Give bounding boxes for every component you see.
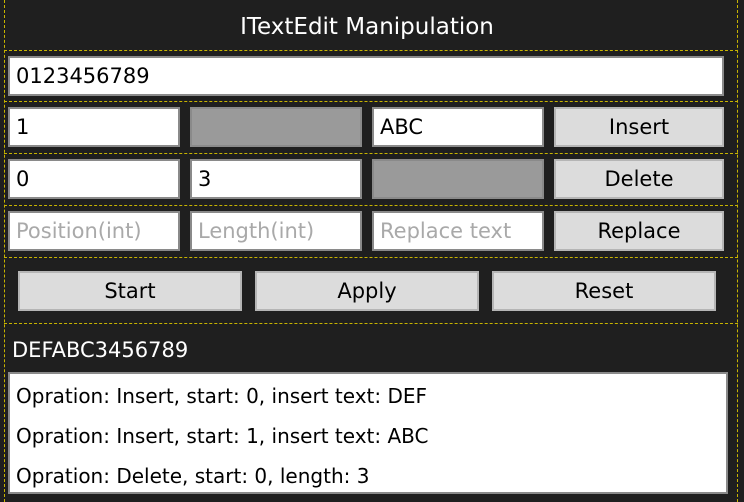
delete-length-field[interactable]: 3 <box>190 159 362 199</box>
divider <box>4 205 738 206</box>
delete-button[interactable]: Delete <box>554 159 724 199</box>
operation-log[interactable]: Opration: Insert, start: 0, insert text:… <box>8 372 728 494</box>
divider <box>4 153 738 154</box>
divider <box>4 101 738 102</box>
divider <box>4 323 738 324</box>
insert-position-field[interactable]: 1 <box>8 107 180 147</box>
insert-length-field-disabled <box>190 107 362 147</box>
result-text: DEFABC3456789 <box>12 338 189 362</box>
log-entry: Opration: Insert, start: 0, insert text:… <box>16 384 428 408</box>
main-text-field[interactable]: 0123456789 <box>8 56 724 96</box>
insert-text-field[interactable]: ABC <box>372 107 544 147</box>
replace-text-field[interactable]: Replace text <box>372 211 544 251</box>
replace-button[interactable]: Replace <box>554 211 724 251</box>
replace-length-field[interactable]: Length(int) <box>190 211 362 251</box>
log-entry: Opration: Insert, start: 1, insert text:… <box>16 424 429 448</box>
replace-position-field[interactable]: Position(int) <box>8 211 180 251</box>
log-entry: Opration: Delete, start: 0, length: 3 <box>16 464 370 488</box>
delete-position-field[interactable]: 0 <box>8 159 180 199</box>
apply-button[interactable]: Apply <box>255 271 479 311</box>
insert-button[interactable]: Insert <box>554 107 724 147</box>
page-title: ITextEdit Manipulation <box>240 14 494 40</box>
start-button[interactable]: Start <box>18 271 242 311</box>
delete-text-field-disabled <box>372 159 544 199</box>
divider <box>4 50 738 51</box>
reset-button[interactable]: Reset <box>492 271 716 311</box>
divider <box>4 257 738 258</box>
